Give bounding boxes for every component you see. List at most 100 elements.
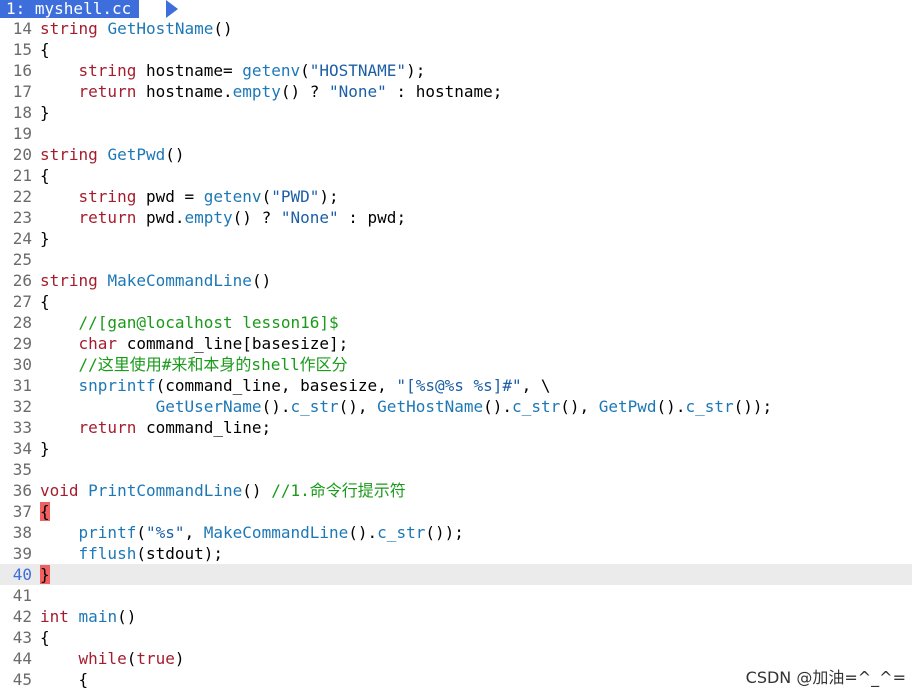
code-token: "None" xyxy=(329,82,387,101)
code-line[interactable]: 32 GetUserName().c_str(), GetHostName().… xyxy=(0,396,912,417)
code-token: : hostname; xyxy=(386,82,503,101)
code-token: char xyxy=(78,334,118,353)
code-token: GetHostName xyxy=(107,19,214,38)
line-number: 33 xyxy=(12,418,32,437)
code-token: () xyxy=(213,19,233,38)
code-token: ( xyxy=(136,523,146,542)
code-line[interactable]: 35 xyxy=(0,459,912,480)
tabline: 1: myshell.cc xyxy=(0,0,912,18)
code-line[interactable]: 30 //这里使用#来和本身的shell作区分 xyxy=(0,354,912,375)
code-token: getenv xyxy=(203,187,262,206)
code-token: string xyxy=(40,19,98,38)
code-token: { xyxy=(40,166,50,185)
code-token: empty xyxy=(232,82,281,101)
code-line[interactable]: 26 string MakeCommandLine() xyxy=(0,270,912,291)
code-line[interactable]: 28 //[gan@localhost lesson16]$ xyxy=(0,312,912,333)
line-number: 38 xyxy=(12,523,32,542)
code-text: string GetHostName() xyxy=(40,19,233,38)
code-token: (). xyxy=(483,397,513,416)
code-token: snprintf xyxy=(78,376,156,395)
code-line[interactable]: 24} xyxy=(0,228,912,249)
code-token: //1.命令行提示符 xyxy=(271,481,406,500)
tab-arrow-icon xyxy=(166,0,178,18)
code-editor[interactable]: 14 string GetHostName() 15{16 string hostn… xyxy=(0,18,912,690)
code-token: () xyxy=(165,145,185,164)
code-token: empty xyxy=(184,208,233,227)
code-line[interactable]: 40} xyxy=(0,564,912,585)
code-token: getenv xyxy=(242,61,301,80)
code-line[interactable]: 14 string GetHostName() xyxy=(0,18,912,39)
code-text: } xyxy=(40,565,50,584)
code-token: "[%s@%s %s]#" xyxy=(396,376,522,395)
code-text: } xyxy=(40,229,50,248)
line-number: 40 xyxy=(12,565,32,584)
code-text: { xyxy=(40,502,50,521)
line-number: 44 xyxy=(12,649,32,668)
code-line[interactable]: 18} xyxy=(0,102,912,123)
line-number: 28 xyxy=(12,313,32,332)
code-token: MakeCommandLine xyxy=(107,271,252,290)
code-token: (stdout); xyxy=(136,544,224,563)
code-text: { xyxy=(40,166,50,185)
code-line[interactable]: 22 string pwd = getenv("PWD"); xyxy=(0,186,912,207)
code-text: { xyxy=(40,292,50,311)
file-tab[interactable]: 1: myshell.cc xyxy=(0,0,140,18)
code-token: GetHostName xyxy=(377,397,484,416)
line-number: 16 xyxy=(12,61,32,80)
code-text: printf("%s", MakeCommandLine().c_str()); xyxy=(40,523,464,542)
code-token: ) xyxy=(174,649,185,668)
code-token: GetPwd xyxy=(107,145,166,164)
code-line[interactable]: 37 { xyxy=(0,501,912,522)
line-number: 20 xyxy=(12,145,32,164)
code-line[interactable]: 41 xyxy=(0,585,912,606)
code-text: char command_line[basesize]; xyxy=(40,334,349,353)
code-line[interactable]: 31 snprintf(command_line, basesize, "[%s… xyxy=(0,375,912,396)
code-token: : pwd; xyxy=(338,208,407,227)
code-token: int xyxy=(40,607,69,626)
code-line[interactable]: 21 { xyxy=(0,165,912,186)
code-line[interactable]: 15 { xyxy=(0,39,912,60)
code-line[interactable]: 34} xyxy=(0,438,912,459)
code-text: { xyxy=(40,628,50,647)
line-number: 45 xyxy=(12,670,32,689)
code-text: string hostname= getenv("HOSTNAME"); xyxy=(40,61,426,80)
code-line[interactable]: 38 printf("%s", MakeCommandLine().c_str(… xyxy=(0,522,912,543)
code-line[interactable]: 43 { xyxy=(0,627,912,648)
code-token: } xyxy=(40,565,50,584)
code-text: string MakeCommandLine() xyxy=(40,271,271,290)
code-line[interactable]: 19 xyxy=(0,123,912,144)
code-token: //这里使用#来和本身的shell作区分 xyxy=(78,355,348,374)
code-line[interactable]: 23 return pwd.empty() ? "None" : pwd; xyxy=(0,207,912,228)
code-line[interactable]: 36 void PrintCommandLine() //1.命令行提示符 xyxy=(0,480,912,501)
code-line[interactable]: 16 string hostname= getenv("HOSTNAME"); xyxy=(0,60,912,81)
code-token: void xyxy=(40,481,79,500)
line-number: 31 xyxy=(12,376,32,395)
code-line[interactable]: 17 return hostname.empty() ? "None" : ho… xyxy=(0,81,912,102)
code-token: printf xyxy=(78,523,137,542)
line-number: 30 xyxy=(12,355,32,374)
code-line[interactable]: 29 char command_line[basesize]; xyxy=(0,333,912,354)
code-line[interactable]: 33 return command_line; xyxy=(0,417,912,438)
code-line[interactable]: 20 string GetPwd() xyxy=(0,144,912,165)
code-token: while xyxy=(78,649,127,668)
code-line[interactable]: 42 int main() xyxy=(0,606,912,627)
line-number: 19 xyxy=(12,124,32,143)
code-line[interactable]: 25 xyxy=(0,249,912,270)
line-number: 21 xyxy=(12,166,32,185)
code-token: "PWD" xyxy=(271,187,320,206)
code-text: //[gan@localhost lesson16]$ xyxy=(40,313,339,332)
line-number: 18 xyxy=(12,103,32,122)
line-number: 26 xyxy=(12,271,32,290)
code-text: return command_line; xyxy=(40,418,272,437)
code-line[interactable]: 27 { xyxy=(0,291,912,312)
code-token: return xyxy=(78,418,137,437)
code-line[interactable]: 39 fflush(stdout); xyxy=(0,543,912,564)
